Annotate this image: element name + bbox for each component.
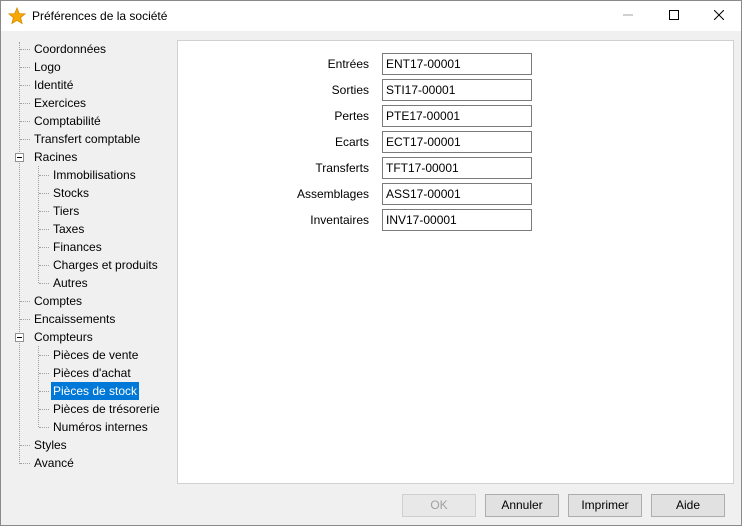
- cancel-button[interactable]: Annuler: [485, 494, 559, 517]
- counters-panel: Entrées Sorties Pertes Ecarts Transferts…: [177, 40, 734, 484]
- maximize-icon: [669, 9, 679, 23]
- tree-item-pieces-d-achat[interactable]: Pièces d'achat: [51, 364, 133, 382]
- tree-item-autres[interactable]: Autres: [51, 274, 90, 292]
- tree-item-encaissements[interactable]: Encaissements: [32, 310, 117, 328]
- tree-item-stocks[interactable]: Stocks: [51, 184, 91, 202]
- entrees-input[interactable]: [382, 53, 532, 75]
- tree-item-pieces-de-stock[interactable]: Pièces de stock: [51, 382, 140, 400]
- minimize-icon: [623, 9, 633, 23]
- tree-line: [38, 346, 39, 427]
- tree-line: [19, 42, 20, 464]
- maximize-button[interactable]: [651, 1, 697, 31]
- tree-item-coordonnees[interactable]: Coordonnées: [32, 40, 108, 58]
- tree-item-tiers[interactable]: Tiers: [51, 202, 81, 220]
- window-title: Préférences de la société: [32, 9, 168, 23]
- ok-button[interactable]: OK: [402, 494, 476, 517]
- title-bar[interactable]: Préférences de la société: [1, 1, 741, 31]
- collapse-racines-toggle[interactable]: [15, 153, 24, 162]
- ecarts-input[interactable]: [382, 131, 532, 153]
- tree-item-immobilisations[interactable]: Immobilisations: [51, 166, 138, 184]
- close-icon: [713, 9, 725, 23]
- tree-item-finances[interactable]: Finances: [51, 238, 104, 256]
- tree-item-comptabilite[interactable]: Comptabilité: [32, 112, 103, 130]
- tree-item-pieces-de-tresorerie[interactable]: Pièces de trésorerie: [51, 400, 162, 418]
- transferts-input[interactable]: [382, 157, 532, 179]
- tree-item-transfert-comptable[interactable]: Transfert comptable: [32, 130, 142, 148]
- transferts-label: Transferts: [315, 161, 369, 175]
- settings-tree[interactable]: Coordonnées Logo Identité Exercices Comp…: [9, 40, 174, 480]
- print-button[interactable]: Imprimer: [568, 494, 642, 517]
- collapse-compteurs-toggle[interactable]: [15, 333, 24, 342]
- star-icon: [7, 6, 27, 25]
- tree-item-taxes[interactable]: Taxes: [51, 220, 86, 238]
- sorties-label: Sorties: [331, 83, 369, 97]
- pertes-label: Pertes: [334, 109, 369, 123]
- inventaires-input[interactable]: [382, 209, 532, 231]
- sorties-input[interactable]: [382, 79, 532, 101]
- tree-item-styles[interactable]: Styles: [32, 436, 69, 454]
- assemblages-input[interactable]: [382, 183, 532, 205]
- minimize-button[interactable]: [605, 1, 651, 31]
- inventaires-label: Inventaires: [310, 213, 369, 227]
- assemblages-label: Assemblages: [296, 187, 369, 201]
- pertes-input[interactable]: [382, 105, 532, 127]
- preferences-window: Préférences de la société Coordonnées Lo…: [0, 0, 742, 526]
- tree-item-identite[interactable]: Identité: [32, 76, 75, 94]
- ecarts-label: Ecarts: [334, 135, 369, 149]
- close-button[interactable]: [696, 1, 742, 31]
- tree-item-charges-et-produits[interactable]: Charges et produits: [51, 256, 160, 274]
- tree-item-logo[interactable]: Logo: [32, 58, 63, 76]
- tree-item-comptes[interactable]: Comptes: [32, 292, 84, 310]
- tree-item-numeros-internes[interactable]: Numéros internes: [51, 418, 150, 436]
- tree-item-exercices[interactable]: Exercices: [32, 94, 88, 112]
- tree-item-compteurs[interactable]: Compteurs: [32, 328, 95, 346]
- help-button[interactable]: Aide: [651, 494, 725, 517]
- entrees-label: Entrées: [327, 57, 369, 71]
- tree-item-pieces-de-vente[interactable]: Pièces de vente: [51, 346, 140, 364]
- tree-item-racines[interactable]: Racines: [32, 148, 79, 166]
- tree-item-avance[interactable]: Avancé: [32, 454, 76, 472]
